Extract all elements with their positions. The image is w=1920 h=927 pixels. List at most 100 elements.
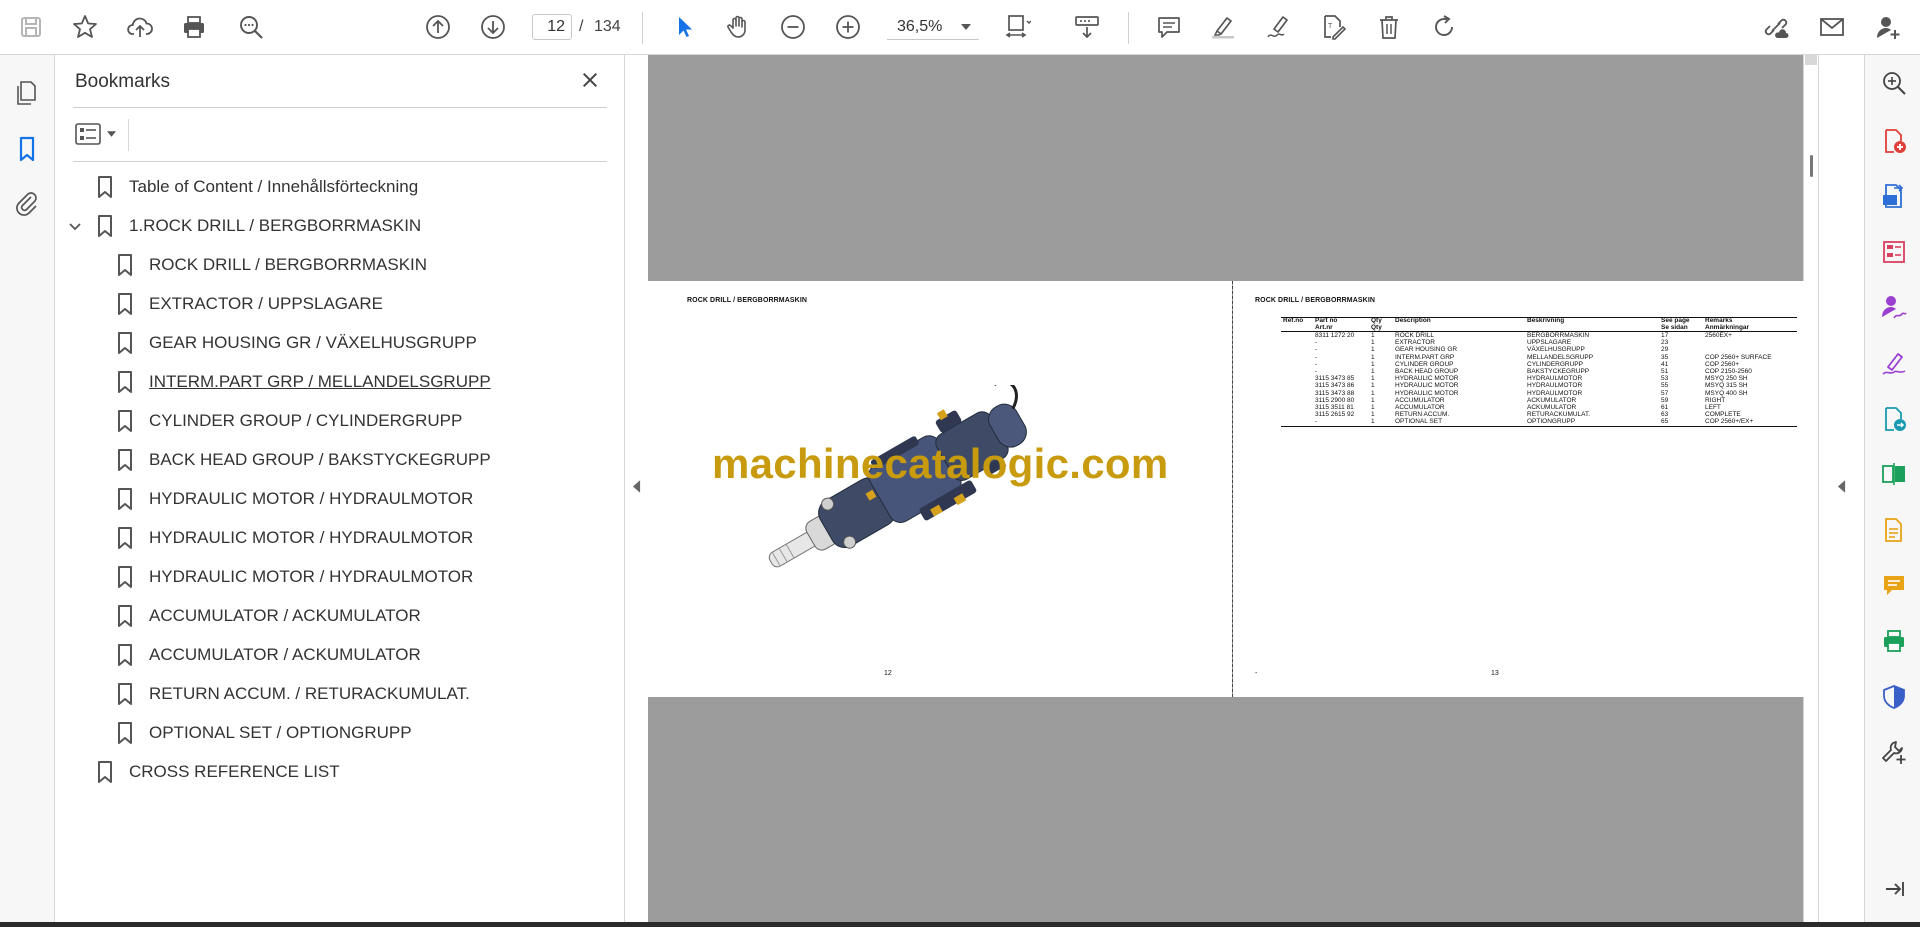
- bookmark-item[interactable]: INTERM.PART GRP / MELLANDELSGRUPP: [115, 367, 491, 397]
- cell-ref: [1281, 411, 1313, 418]
- comment-tool-button[interactable]: [1878, 569, 1910, 601]
- bookmark-label: GEAR HOUSING GR / VÄXELHUSGRUPP: [149, 333, 477, 352]
- left-panel-handle[interactable]: [625, 55, 648, 922]
- zoom-level-select[interactable]: 36,5%: [887, 14, 979, 40]
- send-for-review-button[interactable]: [1878, 403, 1910, 435]
- bookmark-options-button[interactable]: [75, 119, 121, 149]
- edit-pdf-button[interactable]: [1878, 514, 1910, 546]
- cell-qty: 1: [1371, 382, 1375, 390]
- bookmarks-panel-button[interactable]: [11, 133, 43, 165]
- bookmark-item[interactable]: CROSS REFERENCE LIST: [95, 757, 340, 787]
- search-tool-button[interactable]: [1878, 67, 1910, 99]
- list-options-icon: [75, 123, 101, 145]
- previous-page-button[interactable]: [421, 10, 455, 44]
- draw-button[interactable]: [1261, 10, 1295, 44]
- cell-beskrivning: ACKUMULATOR: [1527, 404, 1577, 412]
- cell-qty: 1: [1371, 368, 1375, 376]
- attachments-button[interactable]: [11, 187, 43, 219]
- scrolling-mode-button[interactable]: [1070, 10, 1104, 44]
- cell-qty: 1: [1371, 339, 1375, 347]
- page-fit-button[interactable]: [1000, 10, 1034, 44]
- bookmark-icon: [115, 370, 135, 394]
- cell-see-page: 17: [1661, 332, 1669, 339]
- cell-see-page: 35: [1661, 353, 1669, 361]
- bookmark-label: CYLINDER GROUP / CYLINDERGRUPP: [149, 411, 463, 430]
- protect-button[interactable]: [1878, 681, 1910, 713]
- bookmark-label: CROSS REFERENCE LIST: [129, 762, 340, 781]
- organize-pages-icon: [1880, 238, 1908, 266]
- bookmark-item[interactable]: HYDRAULIC MOTOR / HYDRAULMOTOR: [115, 562, 473, 592]
- cell-beskrivning: HYDRAULMOTOR: [1527, 375, 1583, 383]
- hand-icon: [724, 13, 752, 41]
- bookmark-item[interactable]: OPTIONAL SET / OPTIONGRUPP: [115, 718, 412, 748]
- zoom-in-button[interactable]: [831, 10, 865, 44]
- hand-tool-button[interactable]: [721, 10, 755, 44]
- cell-see-page: 57: [1661, 389, 1669, 397]
- table-row: 3115 2900 80 1 ACCUMULATOR ACKUMULATOR 59 RIG…: [1281, 397, 1797, 404]
- collapse-right-icon[interactable]: [1837, 480, 1846, 493]
- print-production-button[interactable]: [1878, 625, 1910, 657]
- print-button[interactable]: [177, 10, 211, 44]
- share-link-button[interactable]: [1759, 10, 1793, 44]
- panel-divider: [73, 161, 607, 162]
- cell-description: HYDRAULIC MOTOR: [1395, 382, 1459, 390]
- next-page-button[interactable]: [476, 10, 510, 44]
- collapse-tools-button[interactable]: [1878, 873, 1910, 905]
- compare-files-button[interactable]: [1878, 458, 1910, 490]
- bookmark-item[interactable]: EXTRACTOR / UPPSLAGARE: [115, 289, 383, 319]
- cell-part-no: -: [1315, 353, 1318, 361]
- bookmark-item[interactable]: HYDRAULIC MOTOR / HYDRAULMOTOR: [115, 484, 473, 514]
- rotate-button[interactable]: [1427, 10, 1461, 44]
- request-signatures-button[interactable]: [1878, 291, 1910, 323]
- panel-divider: [73, 107, 607, 108]
- page-number: 13: [1491, 670, 1499, 677]
- delete-button[interactable]: [1372, 10, 1406, 44]
- comment-icon: [1880, 571, 1908, 599]
- select-tool-button[interactable]: [667, 10, 701, 44]
- cell-description: ACCUMULATOR: [1395, 404, 1445, 412]
- highlight-button[interactable]: [1206, 10, 1240, 44]
- more-tools-button[interactable]: [1878, 736, 1910, 768]
- collapse-toggle[interactable]: [67, 219, 83, 235]
- bookmark-item[interactable]: RETURN ACCUM. / RETURACKUMULAT.: [115, 679, 470, 709]
- zoom-out-button[interactable]: [776, 10, 810, 44]
- bookmark-item[interactable]: HYDRAULIC MOTOR / HYDRAULMOTOR: [115, 523, 473, 553]
- account-button[interactable]: [1871, 10, 1905, 44]
- page-number-input[interactable]: 12: [532, 14, 572, 40]
- bookmark-item[interactable]: 1.ROCK DRILL / BERGBORRMASKIN: [95, 211, 421, 241]
- table-row: - 1 INTERM.PART GRP MELLANDELSGRUPP 35 COP 25…: [1281, 354, 1797, 361]
- edit-text-button[interactable]: T: [1316, 10, 1350, 44]
- bookmark-item[interactable]: ACCUMULATOR / ACKUMULATOR: [115, 640, 421, 670]
- add-comment-button[interactable]: [1152, 10, 1186, 44]
- document-viewport[interactable]: ROCK DRILL / BERGBORRMASKIN 12 ROCK DRIL…: [625, 55, 1818, 922]
- cell-ref: [1281, 368, 1313, 375]
- table-row: 8311 1272 20 1 ROCK DRILL BERGBORRMASKIN 17 2…: [1281, 332, 1797, 340]
- upload-cloud-button[interactable]: [123, 10, 157, 44]
- cell-see-page: 23: [1661, 339, 1669, 347]
- create-pdf-button[interactable]: [1878, 125, 1910, 157]
- bookmark-item[interactable]: GEAR HOUSING GR / VÄXELHUSGRUPP: [115, 328, 477, 358]
- cell-qty: 1: [1371, 346, 1375, 354]
- organize-pages-button[interactable]: [1878, 236, 1910, 268]
- export-pdf-button[interactable]: [1878, 180, 1910, 212]
- bookmark-item[interactable]: ACCUMULATOR / ACKUMULATOR: [115, 601, 421, 631]
- cell-qty: 1: [1371, 375, 1375, 383]
- bookmark-star-button[interactable]: [68, 10, 102, 44]
- bookmark-item[interactable]: ROCK DRILL / BERGBORRMASKIN: [115, 250, 427, 280]
- fill-and-sign-button[interactable]: [1878, 347, 1910, 379]
- zoom-level-value: 36,5%: [897, 18, 943, 35]
- cell-part-no: -: [1315, 339, 1318, 347]
- page-thumbnails-button[interactable]: [11, 77, 43, 109]
- bookmark-item[interactable]: BACK HEAD GROUP / BAKSTYCKEGRUPP: [115, 445, 491, 475]
- email-button[interactable]: [1815, 10, 1849, 44]
- close-panel-button[interactable]: [577, 67, 603, 93]
- scrollbar-thumb[interactable]: [1810, 155, 1813, 177]
- cell-part-no: 3115 3511 81: [1315, 404, 1354, 412]
- bookmark-label: ROCK DRILL / BERGBORRMASKIN: [149, 255, 428, 274]
- bookmark-item[interactable]: CYLINDER GROUP / CYLINDERGRUPP: [115, 406, 462, 436]
- find-text-button[interactable]: [234, 10, 268, 44]
- save-button[interactable]: [14, 10, 48, 44]
- cell-beskrivning: ACKUMULATOR: [1527, 396, 1577, 404]
- bookmark-item[interactable]: Table of Content / Innehållsförteckning: [95, 172, 418, 202]
- document-share-icon: [1880, 405, 1908, 433]
